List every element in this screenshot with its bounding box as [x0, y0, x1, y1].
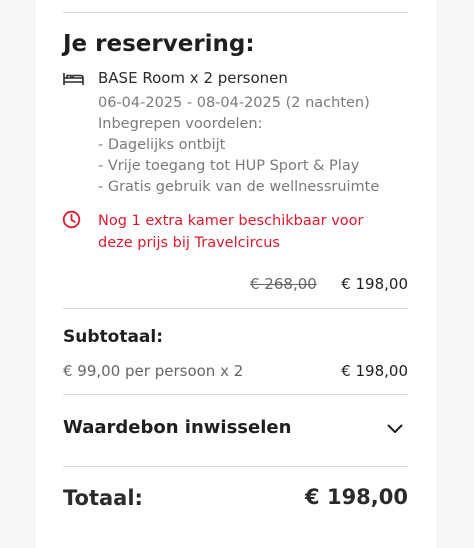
reservation-title: Je reservering:: [63, 31, 255, 57]
per-person-price: € 99,00 per persoon x 2: [63, 362, 244, 380]
divider: [63, 466, 408, 467]
subtotal-amount: € 198,00: [341, 362, 408, 380]
availability-line: Nog 1 extra kamer beschikbaar voor: [98, 213, 364, 229]
total-label: Totaal:: [63, 486, 143, 510]
reservation-details: 06-04-2025 - 08-04-2025 (2 nachten) Inbe…: [98, 93, 379, 198]
benefit-item: - Vrije toegang tot HUP Sport & Play: [98, 158, 360, 174]
room-price: € 198,00: [341, 275, 408, 293]
room-line: BASE Room x 2 personen: [98, 69, 288, 87]
subtotal-label: Subtotaal:: [63, 327, 164, 347]
divider: [63, 394, 408, 395]
old-price: € 268,00: [250, 275, 317, 293]
benefit-item: - Dagelijks ontbijt: [98, 137, 226, 153]
chevron-down-icon[interactable]: [387, 424, 403, 434]
voucher-toggle[interactable]: Waardebon inwisselen: [63, 410, 408, 448]
voucher-label: Waardebon inwisselen: [63, 417, 292, 438]
divider: [63, 308, 408, 309]
divider-top: [63, 12, 408, 13]
availability-line: deze prijs bij Travelcircus: [98, 235, 280, 251]
stay-dates: 06-04-2025 - 08-04-2025 (2 nachten): [98, 95, 370, 111]
clock-icon: [62, 210, 81, 229]
availability-notice: Nog 1 extra kamer beschikbaar voor deze …: [98, 210, 364, 254]
benefit-item: - Gratis gebruik van de wellnessruimte: [98, 179, 380, 195]
total-amount: € 198,00: [305, 485, 408, 509]
benefits-heading: Inbegrepen voordelen:: [98, 116, 263, 132]
bed-icon: [63, 73, 84, 85]
reservation-card: Je reservering: BASE Room x 2 personen 0…: [36, 0, 436, 548]
